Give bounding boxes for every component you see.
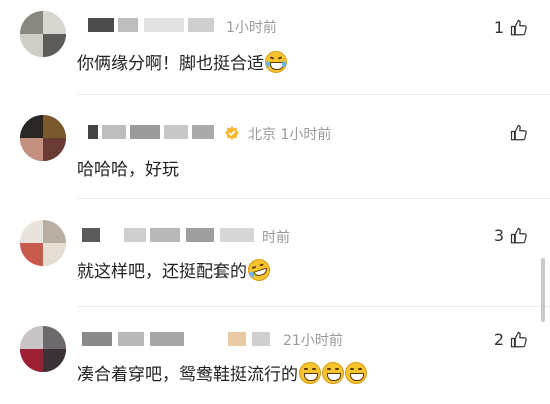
- comment-time: 1小时前: [226, 20, 277, 36]
- thumbs-up-icon: [510, 124, 527, 140]
- username-redacted[interactable]: [88, 125, 218, 139]
- comment-item[interactable]: 时前 就这样吧，还挺配套的 3: [0, 200, 550, 308]
- divider: [77, 306, 550, 307]
- thumbs-up-icon: [510, 331, 527, 347]
- comment-text-content: 凑合着穿吧，鸳鸯鞋挺流行的: [77, 365, 298, 385]
- thumbs-up-icon: [510, 19, 527, 35]
- like-button[interactable]: 3: [494, 225, 528, 245]
- comment-item[interactable]: 21小时前 凑合着穿吧，鸳鸯鞋挺流行的 2: [0, 308, 550, 404]
- comment-text: 你俩缘分啊！脚也挺合适: [77, 49, 287, 74]
- laugh-tears-emoji: [265, 51, 287, 73]
- comment-text: 哈哈哈，好玩: [77, 155, 179, 180]
- avatar[interactable]: [20, 115, 66, 161]
- like-button[interactable]: 1: [494, 17, 528, 37]
- like-button[interactable]: [504, 122, 528, 142]
- like-count: 1: [493, 18, 504, 37]
- comment-time: 1小时前: [280, 127, 332, 143]
- comment-text-content: 就这样吧，还挺配套的: [77, 262, 247, 282]
- avatar[interactable]: [20, 220, 66, 266]
- like-count: 2: [493, 330, 504, 349]
- username-redacted[interactable]: [82, 228, 258, 242]
- comment-item[interactable]: 北京 1小时前 哈哈哈，好玩: [0, 96, 550, 200]
- username-redacted[interactable]: [88, 18, 218, 32]
- like-count: 3: [493, 226, 504, 245]
- avatar[interactable]: [20, 11, 66, 57]
- grin-emoji: [322, 362, 344, 384]
- username-redacted[interactable]: [82, 332, 278, 346]
- comment-meta: 北京 1小时前: [248, 124, 331, 144]
- grin-emoji: [345, 362, 367, 384]
- verified-badge-icon: [225, 126, 239, 140]
- comment-text-content: 哈哈哈，好玩: [77, 160, 179, 180]
- comment-item[interactable]: 1小时前 你俩缘分啊！脚也挺合适 1: [0, 0, 550, 96]
- divider: [77, 94, 550, 95]
- comment-text: 凑合着穿吧，鸳鸯鞋挺流行的: [77, 360, 367, 385]
- thumbs-up-icon: [510, 227, 527, 243]
- comment-text: 就这样吧，还挺配套的: [77, 256, 273, 284]
- comment-time: 21小时前: [283, 333, 343, 349]
- grin-emoji: [299, 362, 321, 384]
- comment-text-content: 你俩缘分啊！脚也挺合适: [77, 54, 264, 74]
- smirk-tears-emoji: [245, 256, 273, 284]
- divider: [77, 198, 550, 199]
- avatar[interactable]: [20, 326, 66, 372]
- scrollbar[interactable]: [541, 258, 545, 322]
- like-button[interactable]: 2: [494, 329, 528, 349]
- comment-location: 北京: [248, 127, 276, 143]
- comment-time: 时前: [262, 230, 290, 246]
